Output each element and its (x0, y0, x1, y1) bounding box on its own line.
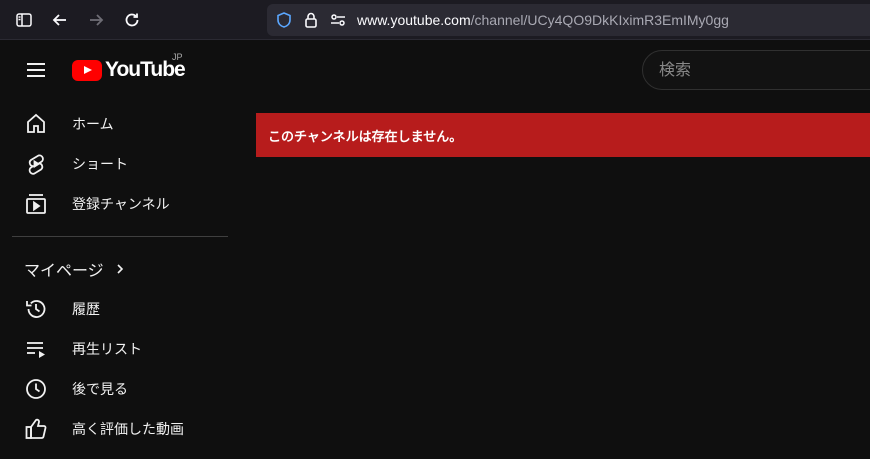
sidebar-item-label: 高く評価した動画 (72, 422, 184, 438)
sidebar-item-subscriptions[interactable]: 登録チャンネル (0, 184, 240, 224)
url-text[interactable]: www.youtube.com/channel/UCy4QO9DkKIximR3… (357, 12, 729, 28)
forward-icon[interactable] (86, 10, 106, 30)
home-icon (24, 112, 48, 136)
sidebar-item-liked-videos[interactable]: 高く評価した動画 (0, 409, 240, 449)
region-code: JP (172, 52, 183, 62)
sidebar-item-label: 登録チャンネル (72, 197, 170, 213)
shield-icon[interactable] (275, 11, 293, 29)
sidebar-item-label: 後で見る (72, 382, 128, 398)
section-title: マイページ (24, 261, 104, 280)
error-message: このチャンネルは存在しません。 (268, 129, 463, 145)
liked-videos-icon (24, 417, 48, 441)
sidebar-toggle-icon[interactable] (14, 10, 34, 30)
watch-later-icon (24, 377, 48, 401)
error-banner: このチャンネルは存在しません。 (256, 113, 870, 157)
sidebar-item-watch-later[interactable]: 後で見る (0, 369, 240, 409)
playlist-icon (24, 337, 48, 361)
section-my-page[interactable]: マイページ (0, 249, 240, 289)
sidebar-item-label: 履歴 (72, 302, 100, 318)
sidebar: ホーム ショート 登録チャンネル マイページ 履歴 再生リスト 後で見る 高く評… (0, 104, 240, 449)
url-path: /channel/UCy4QO9DkKIximR3EmIMy0gg (470, 12, 729, 28)
sidebar-item-label: 再生リスト (72, 342, 142, 358)
sidebar-item-shorts[interactable]: ショート (0, 144, 240, 184)
sidebar-divider (12, 236, 228, 237)
history-icon (24, 297, 48, 321)
lock-icon[interactable] (302, 11, 320, 29)
url-host: www.youtube.com (357, 12, 471, 28)
reload-icon[interactable] (122, 10, 142, 30)
sidebar-item-label: ショート (72, 157, 128, 173)
sidebar-item-playlists[interactable]: 再生リスト (0, 329, 240, 369)
youtube-page: YouTube JP このチャンネルは存在しません。 ホーム ショート 登録チャ… (0, 40, 870, 459)
youtube-play-icon (72, 59, 102, 81)
sidebar-item-home[interactable]: ホーム (0, 104, 240, 144)
back-icon[interactable] (50, 10, 70, 30)
sidebar-item-label: ホーム (72, 117, 114, 133)
menu-icon[interactable] (24, 58, 48, 82)
search-box[interactable] (642, 50, 870, 90)
sidebar-item-history[interactable]: 履歴 (0, 289, 240, 329)
permissions-icon[interactable] (329, 11, 347, 29)
chevron-right-icon (114, 260, 126, 279)
browser-toolbar: www.youtube.com/channel/UCy4QO9DkKIximR3… (0, 0, 870, 40)
youtube-logo[interactable]: YouTube JP (72, 52, 186, 82)
search-input[interactable] (659, 60, 859, 79)
subscriptions-icon (24, 192, 48, 216)
shorts-icon (24, 152, 48, 176)
address-bar[interactable]: www.youtube.com/channel/UCy4QO9DkKIximR3… (267, 4, 870, 36)
